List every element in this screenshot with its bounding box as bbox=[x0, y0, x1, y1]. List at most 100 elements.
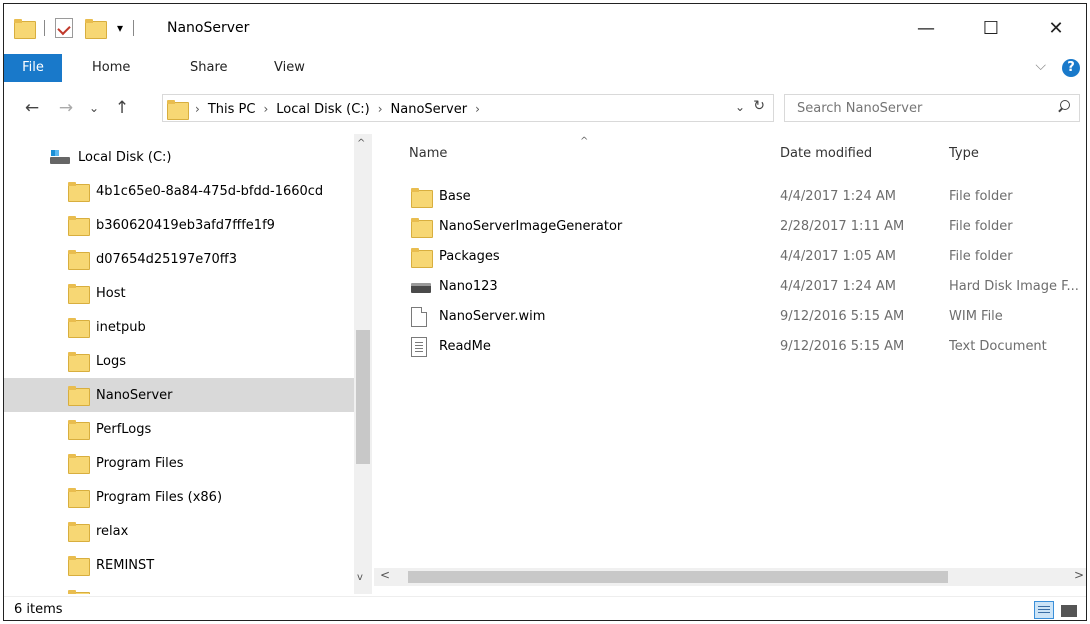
search-box[interactable] bbox=[784, 94, 1080, 122]
tree-item-label: REMINST bbox=[96, 557, 155, 573]
folder-icon bbox=[68, 555, 90, 576]
scroll-right-icon[interactable]: > bbox=[1074, 568, 1084, 582]
search-icon[interactable] bbox=[1057, 100, 1071, 114]
file-row[interactable]: Packages 4/4/2017 1:05 AM File folder bbox=[374, 242, 1086, 272]
tree-item-folder[interactable]: REMINST bbox=[4, 548, 354, 582]
column-header-type[interactable]: Type bbox=[949, 146, 979, 161]
tree-item-folder[interactable]: inetpub bbox=[4, 310, 354, 344]
file-row[interactable]: Base 4/4/2017 1:24 AM File folder bbox=[374, 182, 1086, 212]
scroll-down-icon[interactable]: v bbox=[357, 572, 363, 583]
address-history-dropdown[interactable]: ⌄ bbox=[735, 100, 745, 114]
window-title: NanoServer bbox=[167, 20, 250, 36]
folder-icon bbox=[68, 419, 90, 440]
tree-item-folder[interactable]: d07654d25197e70ff3 bbox=[4, 242, 354, 276]
horizontal-scrollbar[interactable]: < > bbox=[374, 568, 1086, 586]
refresh-icon[interactable]: ↻ bbox=[753, 98, 765, 114]
large-icons-view-icon[interactable] bbox=[1058, 601, 1078, 619]
tab-file[interactable]: File bbox=[4, 54, 62, 82]
folder-icon bbox=[14, 18, 36, 39]
back-button[interactable]: ← bbox=[20, 96, 44, 120]
customize-quick-access-dropdown[interactable]: ▾ bbox=[117, 21, 123, 35]
scrollbar-thumb[interactable] bbox=[408, 571, 948, 583]
folder-icon bbox=[68, 351, 90, 372]
tab-home[interactable]: Home bbox=[92, 54, 130, 82]
tab-share[interactable]: Share bbox=[190, 54, 228, 82]
folder-icon bbox=[68, 249, 90, 270]
new-folder-icon[interactable] bbox=[85, 18, 107, 39]
column-header-date-modified[interactable]: Date modified bbox=[780, 146, 872, 161]
tree-item-folder[interactable]: Logs bbox=[4, 344, 354, 378]
file-type: File folder bbox=[949, 249, 1013, 264]
search-input[interactable] bbox=[785, 95, 1045, 121]
file-row[interactable]: ReadMe 9/12/2016 5:15 AM Text Document bbox=[374, 332, 1086, 362]
details-view-icon[interactable] bbox=[1034, 601, 1054, 619]
up-button[interactable]: ↑ bbox=[110, 96, 134, 120]
text-file-icon bbox=[411, 337, 427, 357]
scrollbar-thumb[interactable] bbox=[356, 330, 370, 464]
title-bar: ▾ NanoServer — ☐ ✕ bbox=[4, 4, 1086, 54]
folder-icon bbox=[68, 317, 90, 338]
file-list: ^ Name Date modified Type Base 4/4/2017 … bbox=[374, 134, 1086, 594]
expand-ribbon-icon[interactable]: ⌵ bbox=[1035, 58, 1046, 74]
help-icon[interactable]: ? bbox=[1062, 59, 1080, 77]
folder-icon bbox=[167, 99, 189, 120]
column-header-name[interactable]: Name bbox=[409, 146, 447, 161]
file-type: WIM File bbox=[949, 309, 1003, 324]
tree-item-local-disk[interactable]: Local Disk (C:) bbox=[4, 140, 354, 174]
tree-item-folder[interactable]: PerfLogs bbox=[4, 412, 354, 446]
file-row[interactable]: NanoServer.wim 9/12/2016 5:15 AM WIM Fil… bbox=[374, 302, 1086, 332]
tab-view[interactable]: View bbox=[274, 54, 305, 82]
tree-item-label: PerfLogs bbox=[96, 421, 152, 437]
tree-item-folder[interactable]: 4b1c65e0-8a84-475d-bfdd-1660cd bbox=[4, 174, 354, 208]
tree-item-folder[interactable]: Host bbox=[4, 276, 354, 310]
tree-item-folder[interactable]: Program Files bbox=[4, 446, 354, 480]
navigation-bar: ← → ⌄ ↑ › This PC › Local Disk (C:) › Na… bbox=[4, 90, 1086, 126]
ribbon-tabs: File Home Share View ⌵ ? bbox=[4, 54, 1086, 82]
tree-item-folder[interactable]: relax bbox=[4, 514, 354, 548]
status-bar: 6 items bbox=[4, 596, 1086, 620]
breadcrumb-separator[interactable]: › bbox=[378, 102, 383, 116]
navigation-pane-scrollbar[interactable]: ^ v bbox=[354, 134, 372, 594]
breadcrumb-this-pc[interactable]: This PC bbox=[208, 102, 256, 117]
tree-item-nanoserver-selected[interactable]: NanoServer bbox=[4, 378, 354, 412]
file-row[interactable]: NanoServerImageGenerator 2/28/2017 1:11 … bbox=[374, 212, 1086, 242]
explorer-window: ▾ NanoServer — ☐ ✕ File Home Share View … bbox=[3, 3, 1087, 621]
breadcrumb-separator[interactable]: › bbox=[195, 102, 200, 116]
tree-item-label: inetpub bbox=[96, 319, 146, 335]
minimize-button[interactable]: — bbox=[911, 14, 941, 44]
file-date: 9/12/2016 5:15 AM bbox=[780, 339, 905, 354]
forward-button[interactable]: → bbox=[54, 96, 78, 120]
maximize-button[interactable]: ☐ bbox=[976, 14, 1006, 44]
close-button[interactable]: ✕ bbox=[1041, 14, 1071, 44]
tree-item-label: Host bbox=[96, 285, 126, 301]
file-name: Nano123 bbox=[439, 279, 498, 294]
folder-icon bbox=[411, 247, 433, 268]
file-name: Packages bbox=[439, 249, 500, 264]
file-date: 4/4/2017 1:24 AM bbox=[780, 279, 896, 294]
scroll-up-icon[interactable]: ^ bbox=[357, 138, 365, 149]
breadcrumb-local-disk[interactable]: Local Disk (C:) bbox=[276, 102, 369, 117]
file-row[interactable]: Nano123 4/4/2017 1:24 AM Hard Disk Image… bbox=[374, 272, 1086, 302]
breadcrumb-separator[interactable]: › bbox=[263, 102, 268, 116]
tree-item-folder-partial[interactable] bbox=[4, 582, 354, 594]
navigation-pane: Local Disk (C:) 4b1c65e0-8a84-475d-bfdd-… bbox=[4, 134, 372, 594]
tree-item-label: Logs bbox=[96, 353, 126, 369]
tree-item-folder[interactable]: b360620419eb3afd7fffe1f9 bbox=[4, 208, 354, 242]
scroll-left-icon[interactable]: < bbox=[380, 568, 390, 582]
address-bar[interactable]: › This PC › Local Disk (C:) › NanoServer… bbox=[162, 94, 774, 122]
file-name: NanoServerImageGenerator bbox=[439, 219, 623, 234]
tree-item-folder[interactable]: Program Files (x86) bbox=[4, 480, 354, 514]
quick-access-toolbar: ▾ bbox=[14, 16, 135, 40]
file-date: 9/12/2016 5:15 AM bbox=[780, 309, 905, 324]
divider bbox=[133, 20, 135, 36]
file-type: File folder bbox=[949, 189, 1013, 204]
folder-icon bbox=[68, 181, 90, 202]
file-name: NanoServer.wim bbox=[439, 309, 546, 324]
breadcrumb-separator[interactable]: › bbox=[475, 102, 480, 116]
properties-icon[interactable] bbox=[55, 18, 73, 38]
sort-ascending-icon: ^ bbox=[580, 136, 589, 147]
tree-item-label: Local Disk (C:) bbox=[78, 149, 172, 165]
breadcrumb-nanoserver[interactable]: NanoServer bbox=[391, 102, 468, 117]
recent-locations-button[interactable]: ⌄ bbox=[82, 96, 106, 120]
file-type: Text Document bbox=[949, 339, 1047, 354]
